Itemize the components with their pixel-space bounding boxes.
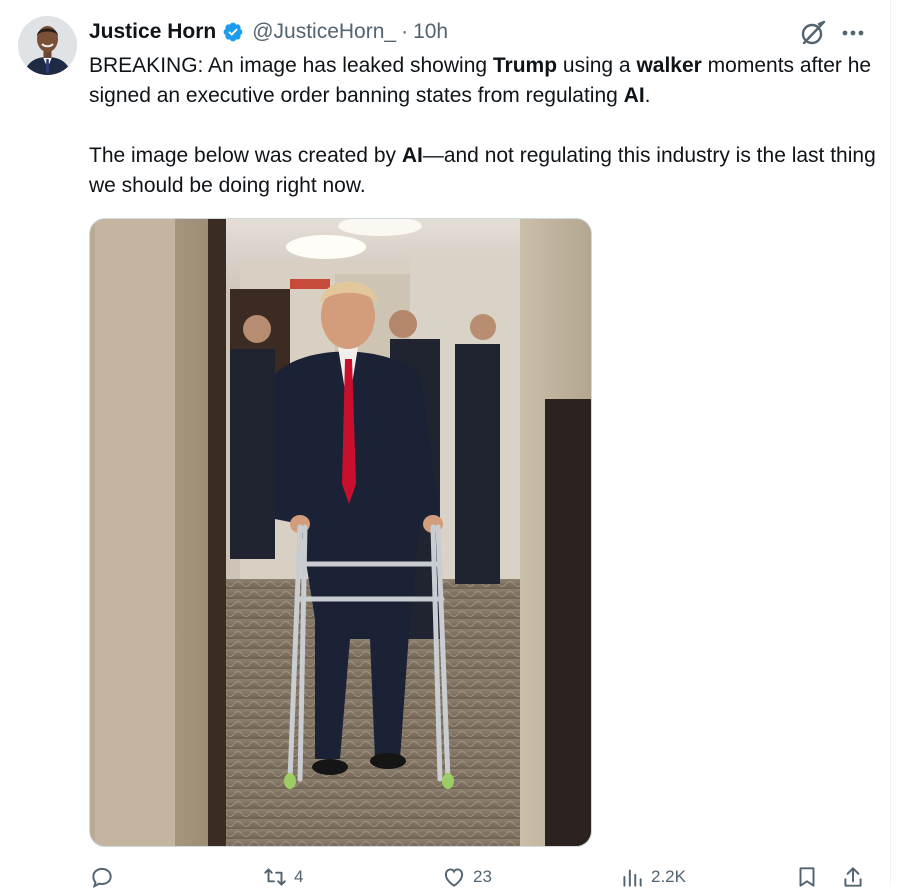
bookmark-icon bbox=[799, 867, 815, 887]
tweet-text-run: BREAKING: An image has leaked showing bbox=[89, 54, 493, 77]
tweet-text-run: using a bbox=[557, 54, 637, 77]
views-icon bbox=[623, 869, 642, 887]
tweet-text: BREAKING: An image has leaked showing Tr… bbox=[89, 51, 879, 201]
timestamp[interactable]: 10h bbox=[413, 20, 448, 44]
display-name[interactable]: Justice Horn bbox=[89, 20, 216, 44]
tweet-text-bold-run: walker bbox=[636, 54, 702, 77]
heart-icon bbox=[444, 868, 464, 887]
tweet[interactable]: Justice Horn @JusticeHorn_ · 10h BREAKIN… bbox=[0, 0, 890, 889]
views-count: 2.2K bbox=[651, 867, 686, 886]
avatar[interactable] bbox=[18, 16, 77, 75]
separator: · bbox=[401, 20, 409, 43]
verified-badge-icon[interactable] bbox=[222, 21, 244, 43]
tweet-image[interactable] bbox=[89, 218, 592, 847]
tweet-text-bold-run: AI bbox=[623, 84, 645, 107]
reply-button[interactable] bbox=[89, 864, 121, 890]
tweet-header: Justice Horn @JusticeHorn_ · 10h bbox=[89, 18, 448, 46]
retweet-button[interactable]: 4 bbox=[262, 864, 303, 890]
reply-icon bbox=[92, 867, 112, 889]
share-icon bbox=[844, 867, 862, 887]
column-divider bbox=[890, 0, 891, 886]
views-button[interactable]: 2.2K bbox=[619, 864, 686, 890]
like-count: 23 bbox=[473, 867, 492, 886]
grok-icon[interactable] bbox=[799, 19, 827, 47]
tweet-text-bold-run: AI bbox=[401, 144, 423, 167]
tweet-text-run: The image below was created by bbox=[89, 144, 402, 167]
tweet-paragraph-1: BREAKING: An image has leaked showing Tr… bbox=[89, 51, 879, 111]
tweet-text-run: . bbox=[644, 84, 651, 107]
tweet-text-bold-run: Trump bbox=[492, 54, 558, 77]
share-button[interactable] bbox=[840, 864, 866, 890]
retweet-icon bbox=[264, 868, 286, 886]
like-button[interactable]: 23 bbox=[441, 864, 492, 890]
tweet-paragraph-2: The image below was created by AI—and no… bbox=[89, 141, 879, 201]
retweet-count: 4 bbox=[294, 867, 304, 886]
tweet-actions: 4 23 2.2K bbox=[89, 864, 879, 894]
handle[interactable]: @JusticeHorn_ bbox=[252, 20, 396, 44]
bookmark-button[interactable] bbox=[794, 864, 820, 890]
more-options-icon[interactable] bbox=[838, 19, 868, 47]
